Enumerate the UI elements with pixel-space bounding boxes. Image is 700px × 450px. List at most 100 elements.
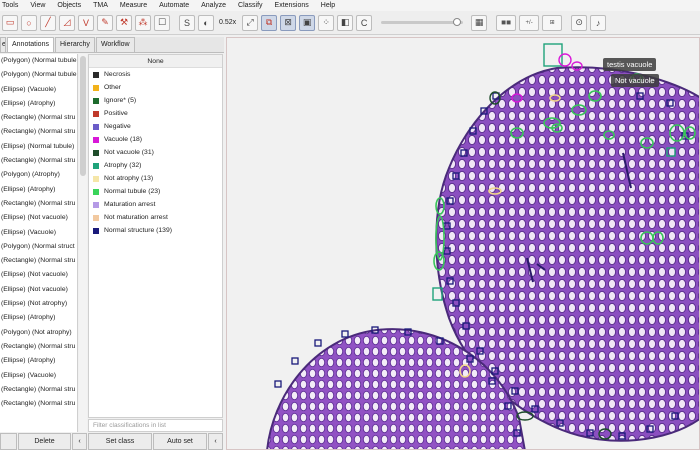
c-icon[interactable]: C (356, 14, 373, 31)
menu-measure[interactable]: Measure (114, 0, 153, 11)
class-color-swatch (93, 123, 99, 130)
annotation-list-item[interactable]: (Ellipse) (Not vacuole) (0, 268, 77, 282)
measurements-icon[interactable]: ◼◼ (496, 14, 517, 31)
menu-tma[interactable]: TMA (87, 0, 114, 11)
class-item[interactable]: Ignore* (5) (89, 94, 222, 107)
annotation-list-item[interactable]: (Ellipse) (Vacuole) (0, 226, 77, 240)
class-options-button[interactable]: ‹ (208, 433, 223, 450)
annotation-list-item[interactable]: (Rectangle) (Normal stru (0, 383, 77, 397)
annotation-list-item[interactable]: (Ellipse) (Not vacuole) (0, 283, 77, 297)
classification-filter-input[interactable]: Filter classifications in list (88, 419, 223, 432)
delete-button[interactable]: Delete (18, 433, 71, 450)
more-options-button[interactable]: ‹ (72, 433, 87, 450)
annotation-list-item[interactable]: (Ellipse) (Atrophy) (0, 97, 77, 111)
show-detections-icon[interactable]: ▣ (299, 14, 316, 31)
line-tool-icon[interactable]: ╱ (40, 14, 56, 31)
class-item[interactable]: Not maturation arrest (89, 211, 222, 224)
class-label: Negative (104, 123, 131, 130)
annotation-list-item[interactable]: (Polygon) (Normal struct (0, 240, 77, 254)
menu-analyze[interactable]: Analyze (195, 0, 232, 11)
annotation-list-item[interactable]: (Rectangle) (Normal stru (0, 111, 77, 125)
pixel-classification-icon[interactable]: ⊞ (542, 14, 563, 31)
class-none[interactable]: None (89, 55, 222, 68)
menu-tools[interactable]: Tools (0, 0, 24, 11)
annotation-list-item[interactable]: (Ellipse) (Atrophy) (0, 183, 77, 197)
show-tma-grid-icon[interactable]: ⊠ (280, 14, 297, 31)
class-item[interactable]: Negative (89, 120, 222, 133)
wand-tool-icon[interactable]: ⚒ (116, 14, 132, 31)
class-label: Positive (104, 110, 128, 117)
show-annotations-icon[interactable]: ⧉ (261, 14, 278, 31)
class-color-swatch (93, 136, 99, 143)
class-item[interactable]: Not atrophy (13) (89, 172, 222, 185)
annotation-list-item[interactable]: (Polygon) (Normal tubule (0, 68, 77, 82)
ellipse-tool-icon[interactable]: ○ (21, 14, 37, 31)
annotation-list-item[interactable]: (Polygon) (Atrophy) (0, 168, 77, 182)
settings-icon[interactable]: ⊙ (571, 14, 588, 31)
selection-mode-icon[interactable]: ☐ (154, 14, 170, 31)
zoom-to-fit-icon[interactable]: ⤢ (242, 14, 259, 31)
class-item[interactable]: Atrophy (32) (89, 159, 222, 172)
table-icon[interactable]: ▦ (471, 14, 488, 31)
selection-mode-s-icon[interactable]: S (179, 14, 195, 31)
annotation-list-item[interactable]: (Rectangle) (Normal stru (0, 397, 77, 411)
annotation-list-item[interactable]: (Rectangle) (Normal stru (0, 125, 77, 139)
points-tool-icon[interactable]: ⁂ (135, 14, 151, 31)
annotation-list-item[interactable]: (Rectangle) (Normal stru (0, 197, 77, 211)
convert-detections-icon[interactable]: ◧ (337, 14, 354, 31)
class-item[interactable]: Normal structure (139) (89, 224, 222, 237)
log-icon[interactable]: ♪ (590, 14, 607, 31)
brightness-contrast-icon[interactable]: ◐ (198, 14, 214, 31)
class-item[interactable]: Maturation arrest (89, 198, 222, 211)
annotation-list[interactable]: (Polygon) (Normal tubule (Polygon) (Norma… (0, 54, 78, 432)
annotation-list-item[interactable]: (Rectangle) (Normal stru (0, 154, 77, 168)
left-scroll-button[interactable] (0, 433, 17, 450)
tab-annotations[interactable]: Annotations (7, 37, 54, 52)
menu-classify[interactable]: Classify (232, 0, 269, 11)
brush-tool-icon[interactable]: ✎ (97, 14, 113, 31)
classification-list[interactable]: None Necrosis Other Ignore* (5) Positive Neg… (88, 54, 223, 418)
set-class-button[interactable]: Set class (88, 433, 152, 450)
cell-overlay-icon[interactable]: +/- (519, 14, 540, 31)
annotation-list-scrollbar[interactable] (79, 54, 87, 432)
class-item[interactable]: Vacuole (18) (89, 133, 222, 146)
annotation-list-item[interactable]: (Ellipse) (Vacuole) (0, 369, 77, 383)
polygon-tool-icon[interactable]: ◿ (59, 14, 75, 31)
menu-view[interactable]: View (24, 0, 51, 11)
annotation-list-item[interactable]: (Polygon) (Normal tubule (0, 54, 77, 68)
class-item[interactable]: Not vacuole (31) (89, 146, 222, 159)
class-color-swatch (93, 97, 99, 104)
annotation-list-item[interactable]: (Ellipse) (Not atrophy) (0, 297, 77, 311)
fill-detections-icon[interactable]: ⁘ (318, 14, 335, 31)
class-item[interactable]: Positive (89, 107, 222, 120)
class-label: Not vacuole (31) (104, 149, 154, 156)
annotation-list-item[interactable]: (Polygon) (Not atrophy) (0, 326, 77, 340)
menu-automate[interactable]: Automate (153, 0, 195, 11)
menu-objects[interactable]: Objects (51, 0, 87, 11)
polyline-tool-icon[interactable]: V (78, 14, 94, 31)
annotation-list-item[interactable]: (Ellipse) (Atrophy) (0, 311, 77, 325)
class-item[interactable]: Necrosis (89, 68, 222, 81)
tab-workflow[interactable]: Workflow (95, 37, 135, 52)
image-viewer[interactable]: testis vacuole Not vacuole (226, 37, 700, 450)
annotation-list-item[interactable]: (Ellipse) (Vacuole) (0, 83, 77, 97)
tab-image[interactable]: e (0, 37, 6, 52)
annotation-list-item[interactable]: (Rectangle) (Normal stru (0, 254, 77, 268)
class-item[interactable]: Other (89, 81, 222, 94)
tab-hierarchy[interactable]: Hierarchy (54, 37, 95, 52)
menu-help[interactable]: Help (315, 0, 341, 11)
class-label: Maturation arrest (104, 201, 156, 208)
class-item[interactable]: Normal tubule (23) (89, 185, 222, 198)
annotation-list-item[interactable]: (Ellipse) (Normal tubule) (0, 140, 77, 154)
annotation-label-not-vacuole[interactable]: Not vacuole (611, 74, 659, 87)
opacity-slider-thumb[interactable] (453, 18, 462, 26)
class-color-swatch (93, 71, 99, 78)
annotation-list-item[interactable]: (Ellipse) (Not vacuole) (0, 211, 77, 225)
annotation-list-item[interactable]: (Rectangle) (Normal stru (0, 340, 77, 354)
menu-extensions[interactable]: Extensions (269, 0, 315, 11)
auto-set-button[interactable]: Auto set (153, 433, 207, 450)
annotation-list-item[interactable]: (Ellipse) (Atrophy) (0, 354, 77, 368)
rectangle-tool-icon[interactable]: ▭ (2, 14, 18, 31)
annotation-label-testis-vacuole[interactable]: testis vacuole (603, 58, 657, 71)
opacity-slider[interactable] (381, 18, 464, 26)
